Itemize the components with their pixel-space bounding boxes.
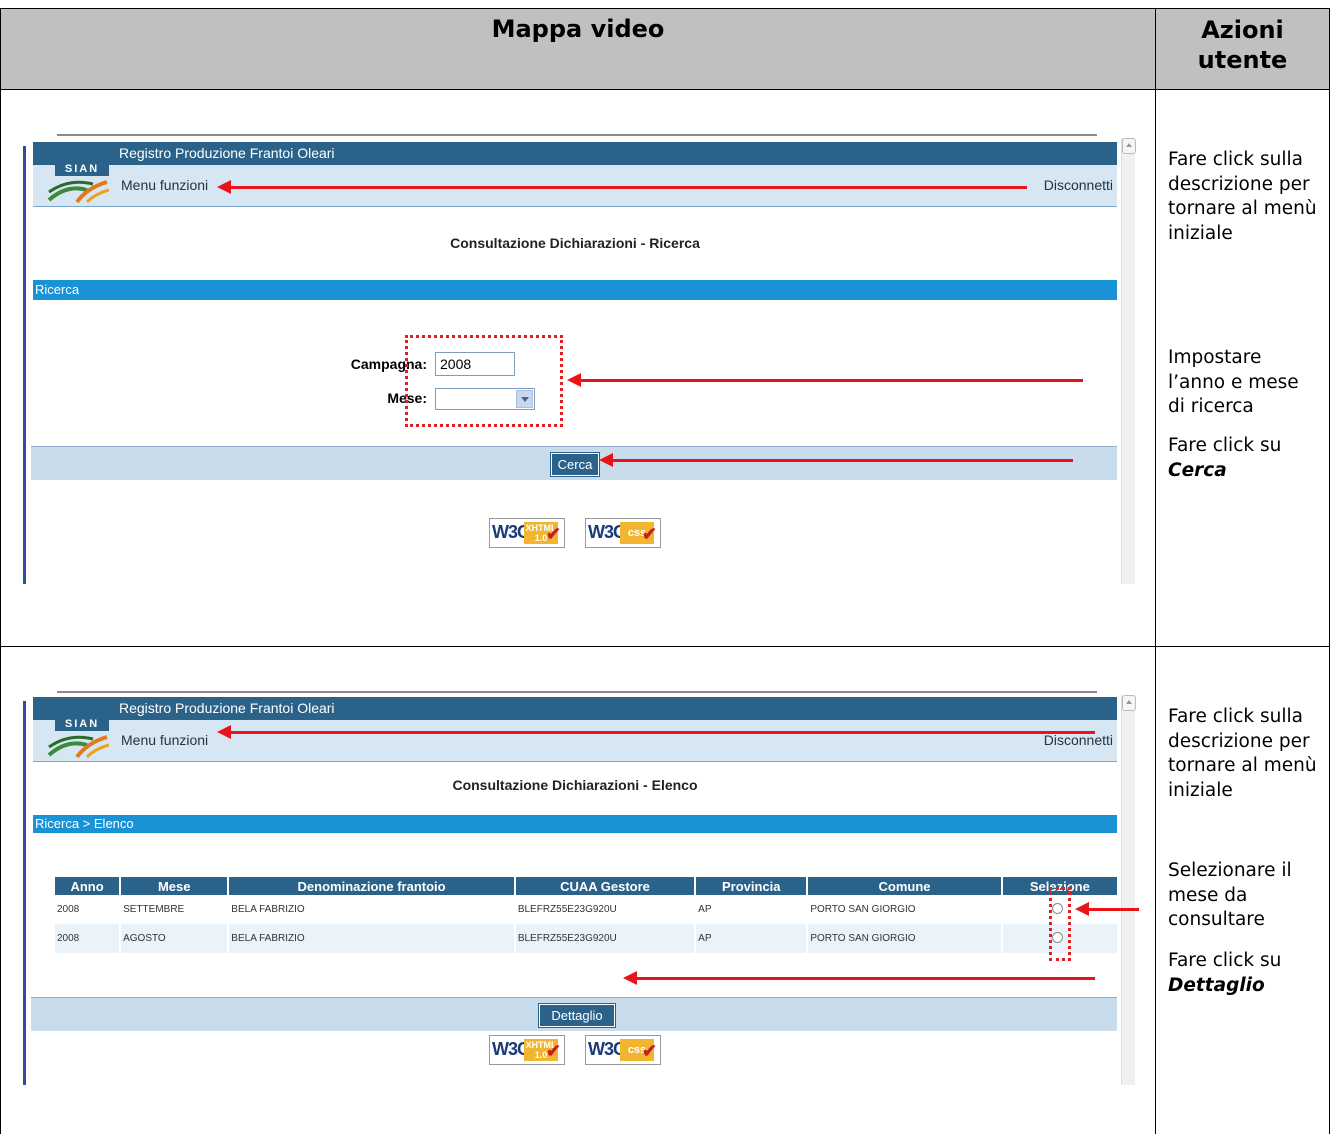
arrow-to-menu bbox=[217, 180, 1027, 194]
row1-screenshot-cell: Registro Produzione Frantoi Oleari Menu … bbox=[0, 89, 1156, 647]
highlight-box-fields bbox=[405, 335, 563, 427]
cell-anno: 2008 bbox=[55, 924, 120, 953]
scrollbar[interactable] bbox=[1121, 138, 1136, 584]
dettaglio-button[interactable]: Dettaglio bbox=[538, 1003, 616, 1028]
col-provincia: Provincia bbox=[696, 877, 807, 895]
col-cuaa: CUAA Gestore bbox=[515, 877, 695, 895]
col-comune: Comune bbox=[808, 877, 1001, 895]
col-mese: Mese bbox=[121, 877, 228, 895]
note-click-dettaglio: Fare click su Dettaglio bbox=[1168, 949, 1328, 998]
note-set-year-month: Impostare l’anno e mese di ricerca bbox=[1168, 347, 1299, 417]
procedure-document: Mappa video Azioni utente Registro Produ… bbox=[0, 0, 1330, 1134]
breadcrumb[interactable]: Ricerca > Elenco bbox=[33, 815, 1117, 833]
row1-actions-cell: Fare click sulla descrizione per tornare… bbox=[1155, 89, 1330, 647]
sian-logo-waves-icon bbox=[47, 735, 109, 759]
table-header-row: Anno Mese Denominazione frantoio CUAA Ge… bbox=[55, 877, 1117, 895]
cell-cuaa: BLEFRZ55E23G920U bbox=[515, 924, 695, 953]
cerca-button[interactable]: Cerca bbox=[550, 452, 600, 477]
cell-mese: SETTEMBRE bbox=[123, 904, 185, 915]
section-bar-ricerca: Ricerca bbox=[33, 280, 1117, 300]
scroll-up-icon[interactable] bbox=[1122, 138, 1136, 154]
note-select-month: Selezionare il mese da consultare bbox=[1168, 860, 1292, 930]
highlight-box-radios bbox=[1049, 887, 1071, 961]
arrow-to-dettaglio bbox=[623, 971, 1095, 985]
checkmark-icon: ✔ bbox=[641, 1041, 657, 1061]
w3c-xhtml-badge[interactable]: W3C XHTML 1.0 ✔ bbox=[489, 518, 565, 548]
disconnetti-link[interactable]: Disconnetti bbox=[1044, 177, 1113, 193]
dichiarazioni-table: Anno Mese Denominazione frantoio CUAA Ge… bbox=[53, 877, 1119, 953]
cell-anno: 2008 bbox=[57, 904, 80, 915]
w3c-css-badge[interactable]: W3C css ✔ bbox=[585, 518, 661, 548]
arrow-to-fields bbox=[567, 373, 1083, 387]
note-click-cerca: Fare click su Cerca bbox=[1168, 434, 1328, 483]
page-title: Consultazione Dichiarazioni - Elenco bbox=[452, 777, 698, 793]
table-row: 2008 SETTEMBRE BELA FABRIZIO BLEFRZ55E23… bbox=[55, 895, 1117, 924]
row2-actions-cell: Fare click sulla descrizione per tornare… bbox=[1155, 646, 1330, 1134]
note-back-to-menu: Fare click sulla descrizione per tornare… bbox=[1168, 706, 1317, 801]
search-screenshot: Registro Produzione Frantoi Oleari Menu … bbox=[23, 138, 1143, 584]
note-click-target: Cerca bbox=[1168, 459, 1227, 481]
sian-logo: SIAN bbox=[47, 162, 109, 204]
cell-denominazione: BELA FABRIZIO bbox=[231, 904, 305, 915]
cell-comune: PORTO SAN GIORGIO bbox=[808, 924, 1001, 953]
page-left-border bbox=[23, 701, 26, 1085]
table-row: 2008 AGOSTO BELA FABRIZIO BLEFRZ55E23G92… bbox=[55, 924, 1117, 953]
window-edge-line bbox=[57, 691, 1097, 693]
cell-mese: AGOSTO bbox=[121, 924, 228, 953]
disconnetti-link[interactable]: Disconnetti bbox=[1044, 732, 1113, 748]
page-left-border bbox=[23, 146, 26, 584]
arrow-to-cerca bbox=[599, 453, 1073, 467]
arrow-to-radios bbox=[1075, 902, 1139, 916]
row2-screenshot-cell: Registro Produzione Frantoi Oleari Menu … bbox=[0, 646, 1156, 1134]
w3c-xhtml-badge[interactable]: W3C XHTML 1.0 ✔ bbox=[489, 1035, 565, 1065]
note-back-to-menu: Fare click sulla descrizione per tornare… bbox=[1168, 149, 1317, 244]
scrollbar[interactable] bbox=[1121, 695, 1136, 1085]
menu-funzioni-link[interactable]: Menu funzioni bbox=[121, 177, 208, 193]
sian-logo-waves-icon bbox=[47, 180, 109, 204]
button-bar: Dettaglio bbox=[31, 997, 1117, 1031]
app-title-bar: Registro Produzione Frantoi Oleari bbox=[33, 142, 1117, 165]
button-bar: Cerca bbox=[31, 446, 1117, 480]
checkmark-icon: ✔ bbox=[545, 1041, 561, 1061]
sian-logo: SIAN bbox=[47, 717, 109, 759]
cell-comune: PORTO SAN GIORGIO bbox=[810, 904, 916, 915]
note-click-prefix: Fare click su bbox=[1168, 950, 1282, 971]
app-title-bar: Registro Produzione Frantoi Oleari bbox=[33, 697, 1117, 720]
cell-denominazione: BELA FABRIZIO bbox=[229, 924, 514, 953]
col-denominazione: Denominazione frantoio bbox=[229, 877, 514, 895]
cell-cuaa: BLEFRZ55E23G920U bbox=[517, 904, 617, 915]
col-anno: Anno bbox=[55, 877, 120, 895]
checkmark-icon: ✔ bbox=[641, 524, 657, 544]
menu-funzioni-link[interactable]: Menu funzioni bbox=[121, 732, 208, 748]
scroll-up-icon[interactable] bbox=[1122, 695, 1136, 711]
page-title: Consultazione Dichiarazioni - Ricerca bbox=[450, 235, 700, 251]
header-mappa-video: Mappa video bbox=[0, 8, 1156, 90]
window-edge-line bbox=[57, 134, 1097, 136]
checkmark-icon: ✔ bbox=[545, 524, 561, 544]
header-azioni-utente: Azioni utente bbox=[1155, 8, 1330, 90]
w3c-css-badge[interactable]: W3C css ✔ bbox=[585, 1035, 661, 1065]
arrow-to-menu bbox=[217, 725, 1095, 739]
menu-bar: Menu funzioni Disconnetti bbox=[33, 720, 1117, 762]
cell-provincia: AP bbox=[696, 924, 807, 953]
cell-provincia: AP bbox=[698, 904, 712, 915]
note-click-prefix: Fare click su bbox=[1168, 435, 1282, 456]
note-click-target: Dettaglio bbox=[1168, 974, 1265, 996]
